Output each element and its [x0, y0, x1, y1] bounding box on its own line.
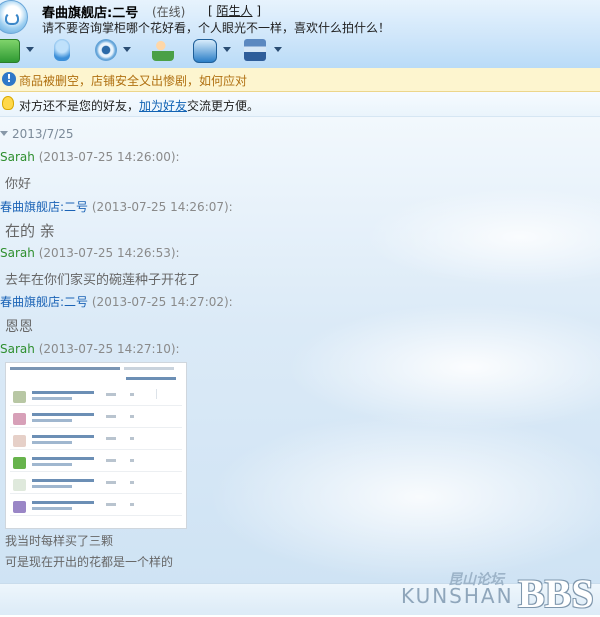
watermark-en: KUNSHAN [401, 584, 514, 608]
message-header: 春曲旗舰店:二号 (2013-07-25 14:27:02): [0, 293, 233, 310]
message-time: (2013-07-25 14:26:53): [38, 246, 180, 260]
image-order-row [10, 455, 182, 472]
add-contact-button[interactable] [152, 37, 180, 63]
message-time: (2013-07-25 14:26:00): [38, 150, 180, 164]
microphone-icon [54, 39, 70, 61]
message-header: 春曲旗舰店:二号 (2013-07-25 14:26:07): [0, 198, 233, 215]
security-notice-text[interactable]: 商品被删空，店铺安全又出惨剧，如何应对 [19, 72, 247, 89]
message-text: 去年在你们家买的碗莲种子开花了 [5, 273, 201, 288]
image-order-row [10, 411, 182, 428]
message-time: (2013-07-25 14:27:10): [38, 342, 180, 356]
message-text: 恩恩 [5, 319, 33, 335]
chevron-down-icon[interactable] [274, 47, 282, 52]
image-order-row [10, 433, 182, 450]
flower-thumbnail [13, 457, 26, 469]
message-time: (2013-07-25 14:26:07): [91, 200, 233, 214]
message-header: Sarah (2013-07-25 14:27:10): [0, 342, 180, 356]
stranger-tag[interactable]: [ 陌生人 ] [208, 2, 261, 19]
remote-assist-button[interactable] [193, 37, 237, 63]
remote-assist-icon [193, 39, 217, 63]
add-friend-link[interactable]: 加为好友 [139, 99, 187, 113]
message-text: 我当时每样买了三颗 [5, 534, 114, 548]
message-text: 可是现在开出的花都是一个样的 [5, 555, 174, 569]
date-label: 2013/7/25 [12, 127, 74, 141]
sender-name[interactable]: 春曲旗舰店:二号 [0, 200, 88, 214]
flower-thumbnail [13, 413, 26, 425]
message-time: (2013-07-25 14:27:02): [91, 295, 233, 309]
contact-status: (在线) [152, 5, 186, 19]
contact-signature: 请不要咨询掌柜哪个花好看，个人眼光不一样，喜欢什么拍什么！ [42, 21, 391, 35]
shop-icon [244, 39, 266, 61]
sender-name[interactable]: 春曲旗舰店:二号 [0, 295, 88, 309]
sender-name[interactable]: Sarah [0, 246, 35, 260]
image-header-line [124, 367, 174, 370]
tip-suffix: 交流更方便。 [187, 99, 260, 113]
add-contact-icon [152, 39, 174, 61]
chevron-down-icon[interactable] [26, 47, 34, 52]
video-call-button[interactable] [0, 37, 36, 63]
image-header-line [10, 367, 120, 370]
lightbulb-icon [2, 96, 14, 110]
collapse-arrow-icon[interactable] [0, 131, 8, 136]
warning-icon: ! [2, 72, 16, 86]
shop-button[interactable] [244, 37, 288, 63]
contact-avatar[interactable] [0, 0, 28, 34]
chevron-down-icon[interactable] [223, 47, 231, 52]
image-order-row [10, 389, 182, 406]
shared-screenshot-image[interactable] [5, 362, 187, 529]
flower-thumbnail [13, 435, 26, 447]
tip-prefix: 对方还不是您的好友， [19, 99, 140, 113]
add-friend-tip-text: 对方还不是您的好友，加为好友交流更方便。 [19, 97, 259, 114]
chat-history[interactable]: 2013/7/25 Sarah (2013-07-25 14:26:00): 你… [0, 117, 600, 583]
message-text: 在的 亲 [5, 222, 55, 240]
flower-thumbnail [13, 479, 26, 491]
add-friend-tip-bar: 对方还不是您的好友，加为好友交流更方便。 [0, 92, 600, 117]
sender-name[interactable]: Sarah [0, 342, 35, 356]
chat-header: 春曲旗舰店:二号 (在线) [ 陌生人 ] 请不要咨询掌柜哪个花好看，个人眼光不… [0, 0, 600, 68]
voice-button[interactable] [52, 37, 80, 63]
chat-toolbar [0, 37, 300, 63]
security-notice-bar[interactable]: ! 商品被删空，店铺安全又出惨剧，如何应对 [0, 68, 600, 92]
image-header-line [126, 377, 176, 380]
sender-name[interactable]: Sarah [0, 150, 35, 164]
stranger-tag-label[interactable]: 陌生人 [217, 4, 253, 18]
video-call-icon [0, 39, 20, 63]
message-header: Sarah (2013-07-25 14:26:00): [0, 150, 180, 164]
chevron-down-icon[interactable] [123, 47, 131, 52]
camera-button[interactable] [95, 37, 135, 63]
image-order-row [10, 477, 182, 494]
flower-thumbnail [13, 391, 26, 403]
message-header: Sarah (2013-07-25 14:26:53): [0, 246, 180, 260]
camera-icon [95, 39, 117, 61]
image-order-row [10, 499, 182, 516]
message-text: 你好 [5, 177, 32, 192]
date-separator[interactable]: 2013/7/25 [0, 127, 74, 141]
watermark-bbs: BBS [518, 571, 594, 616]
flower-thumbnail [13, 501, 26, 513]
